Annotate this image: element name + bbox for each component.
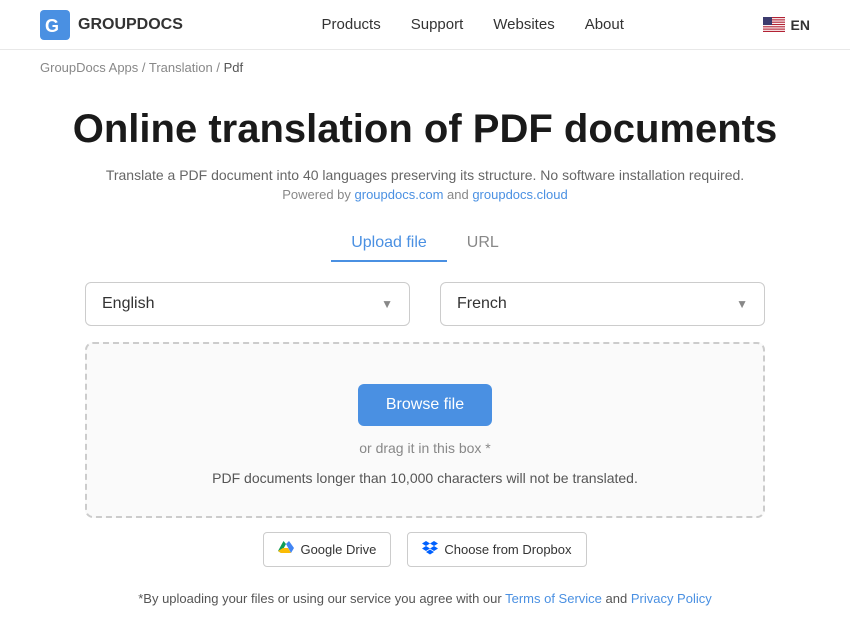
- breadcrumb-translation[interactable]: Translation: [149, 60, 213, 75]
- main-content: Online translation of PDF documents Tran…: [0, 85, 850, 636]
- main-nav: Products Support Websites About: [322, 16, 624, 33]
- upload-box: Browse file or drag it in this box * PDF…: [85, 342, 765, 518]
- drag-text: or drag it in this box *: [107, 440, 743, 456]
- breadcrumb-apps[interactable]: GroupDocs Apps: [40, 60, 138, 75]
- breadcrumb-sep2: /: [213, 60, 224, 75]
- google-drive-icon: [278, 541, 294, 558]
- nav-websites[interactable]: Websites: [493, 16, 554, 33]
- header: G GROUPDOCS Products Support Websites Ab…: [0, 0, 850, 50]
- breadcrumb-current: Pdf: [224, 60, 244, 75]
- nav-about[interactable]: About: [585, 16, 624, 33]
- logo[interactable]: G GROUPDOCS: [40, 10, 183, 40]
- footer-prefix: *By uploading your files or using our se…: [138, 591, 505, 606]
- target-lang-arrow: ▼: [736, 297, 748, 311]
- subtitle: Translate a PDF document into 40 languag…: [106, 167, 744, 183]
- source-lang-arrow: ▼: [381, 297, 393, 311]
- footer-and: and: [602, 591, 631, 606]
- privacy-policy-link[interactable]: Privacy Policy: [631, 591, 712, 606]
- groupdocs-cloud-link[interactable]: groupdocs.cloud: [472, 187, 567, 202]
- limit-text: PDF documents longer than 10,000 charact…: [107, 470, 743, 486]
- source-language-select[interactable]: English ▼: [85, 282, 410, 326]
- flag-icon: [763, 17, 785, 32]
- breadcrumb: GroupDocs Apps / Translation / Pdf: [0, 50, 850, 85]
- powered-by: Powered by groupdocs.com and groupdocs.c…: [282, 187, 567, 202]
- lang-code: EN: [791, 17, 810, 33]
- cloud-buttons: Google Drive Choose from Dropbox: [263, 532, 586, 567]
- logo-text: GROUPDOCS: [78, 16, 183, 34]
- svg-text:G: G: [45, 16, 59, 36]
- nav-products[interactable]: Products: [322, 16, 381, 33]
- powered-label: Powered by: [282, 187, 354, 202]
- target-lang-label: French: [457, 295, 507, 313]
- tabs: Upload file URL: [331, 226, 519, 262]
- logo-icon: G: [40, 10, 70, 40]
- nav-support[interactable]: Support: [411, 16, 464, 33]
- google-drive-button[interactable]: Google Drive: [263, 532, 391, 567]
- dropbox-label: Choose from Dropbox: [444, 542, 571, 557]
- groupdocs-com-link[interactable]: groupdocs.com: [355, 187, 444, 202]
- dropbox-button[interactable]: Choose from Dropbox: [407, 532, 586, 567]
- language-selectors: English ▼ French ▼: [85, 282, 765, 326]
- page-title: Online translation of PDF documents: [73, 105, 778, 153]
- target-language-select[interactable]: French ▼: [440, 282, 765, 326]
- footer-note: *By uploading your files or using our se…: [138, 591, 712, 606]
- source-lang-label: English: [102, 295, 154, 313]
- language-selector[interactable]: EN: [763, 17, 810, 33]
- terms-of-service-link[interactable]: Terms of Service: [505, 591, 602, 606]
- google-drive-label: Google Drive: [300, 542, 376, 557]
- dropbox-icon: [422, 541, 438, 558]
- breadcrumb-sep1: /: [138, 60, 149, 75]
- tab-upload[interactable]: Upload file: [331, 226, 447, 262]
- tab-url[interactable]: URL: [447, 226, 519, 262]
- powered-and: and: [443, 187, 472, 202]
- browse-file-button[interactable]: Browse file: [358, 384, 492, 426]
